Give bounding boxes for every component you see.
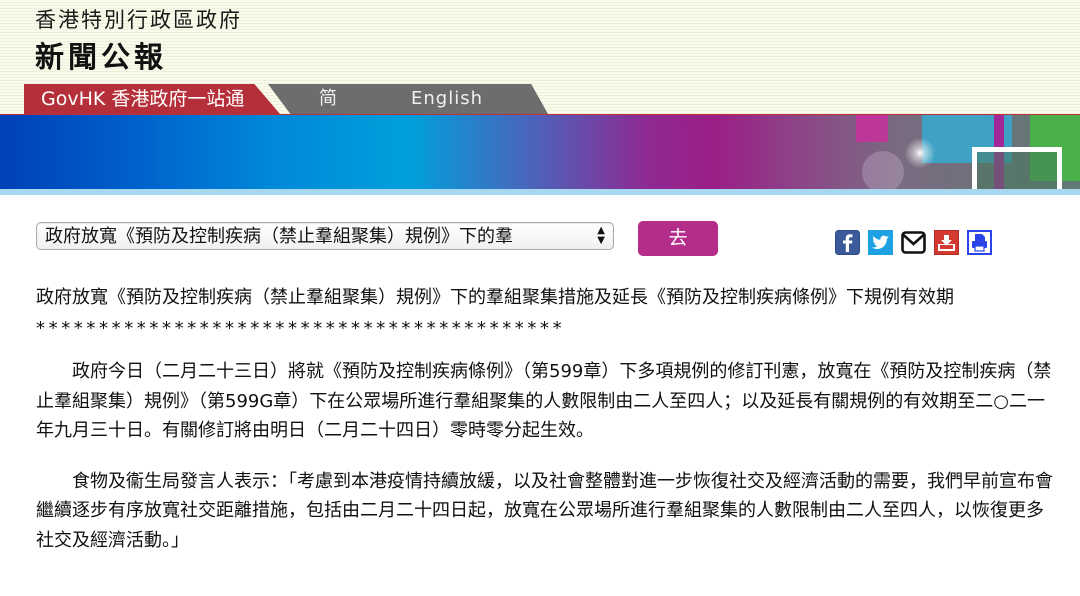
english-link[interactable]: English xyxy=(411,84,483,114)
print-icon[interactable] xyxy=(967,230,992,255)
banner-decoration xyxy=(972,147,1062,195)
article-paragraph: 政府今日（二月二十三日）將就《預防及控制疾病條例》（第599章）下多項規例的修訂… xyxy=(36,361,1052,441)
article-toolbar: 政府放寬《預防及控制疾病（禁止羣組聚集）規例》下的羣 ▲ ▼ 去 xyxy=(0,210,1080,260)
go-button[interactable]: 去 xyxy=(638,221,718,256)
download-icon[interactable] xyxy=(934,230,959,255)
government-name: 香港特別行政區政府 xyxy=(35,8,242,32)
article-select[interactable]: 政府放寬《預防及控制疾病（禁止羣組聚集）規例》下的羣 ▲ ▼ xyxy=(36,222,614,250)
language-bar xyxy=(268,84,548,114)
facebook-icon[interactable] xyxy=(835,230,860,255)
article-select-value: 政府放寬《預防及控制疾病（禁止羣組聚集）規例》下的羣 xyxy=(45,226,513,247)
banner-decoration xyxy=(856,115,888,142)
banner-decoration xyxy=(862,151,904,193)
email-icon[interactable] xyxy=(901,230,926,255)
headline-separator: ****************************************… xyxy=(36,318,566,339)
site-header: 香港特別行政區政府 新聞公報 GovHK 香港政府一站通 简体版 English xyxy=(0,0,1080,169)
article-headline: 政府放寬《預防及控制疾病（禁止羣組聚集）規例》下的羣組聚集措施及延長《預防及控制… xyxy=(36,287,954,308)
select-updown-icon: ▲ ▼ xyxy=(597,225,605,246)
article-content: 政府放寬《預防及控制疾病（禁止羣組聚集）規例》下的羣組聚集措施及延長《預防及控制… xyxy=(36,284,1056,555)
twitter-icon[interactable] xyxy=(868,230,893,255)
article-paragraph: 食物及衞生局發言人表示：「考慮到本港疫情持續放緩，以及社會整體對進一步恢復社交及… xyxy=(36,470,1053,551)
banner-sparkle xyxy=(900,133,940,173)
press-releases-title: 新聞公報 xyxy=(35,40,168,74)
govhk-link[interactable]: GovHK 香港政府一站通 xyxy=(24,84,280,114)
banner-bottom-strip xyxy=(0,189,1080,195)
header-banner xyxy=(0,114,1080,195)
